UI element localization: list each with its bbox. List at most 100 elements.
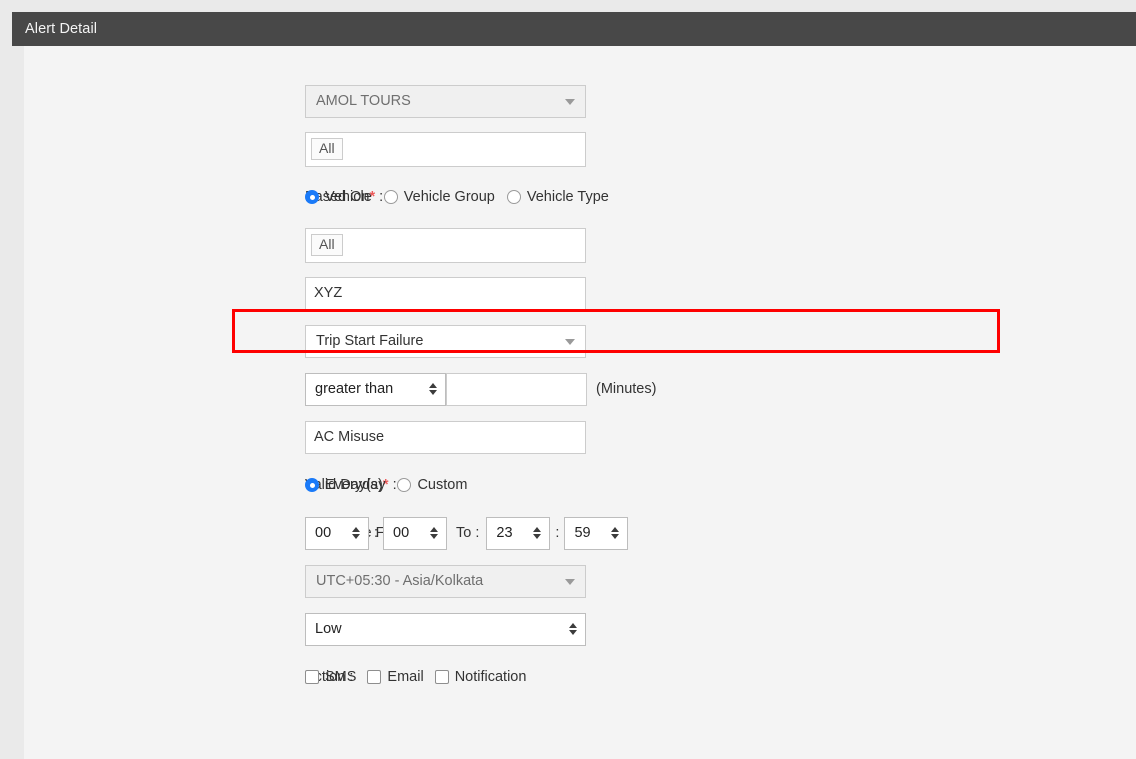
radio-label-custom: Custom xyxy=(417,477,467,493)
alert-name-input[interactable]: XYZ xyxy=(305,277,586,310)
radio-custom[interactable] xyxy=(397,478,411,492)
page-title: Alert Detail xyxy=(25,21,97,37)
field-alert-type: Trip Start Failure xyxy=(305,325,586,358)
row-valid-days: Valid Day(s)* : Everyday Custom xyxy=(24,461,1136,509)
label-timezone: Timezone* : xyxy=(24,573,305,589)
form-panel: School : AMOL TOURS Branch* : All xyxy=(24,46,1136,759)
radio-item-vehicle-type[interactable]: Vehicle Type xyxy=(507,189,609,205)
window-titlebar: Alert Detail xyxy=(12,12,1136,46)
updown-arrows-icon xyxy=(430,527,438,539)
check-label-notification: Notification xyxy=(455,669,527,685)
radio-vehicle-group[interactable] xyxy=(384,190,398,204)
label-value: Value*: xyxy=(24,381,305,397)
object-chip[interactable]: All xyxy=(311,234,343,256)
checkbox-sms[interactable] xyxy=(305,670,319,684)
row-valid-time: Valid Time From* : 00 : 00 To : xyxy=(24,509,1136,557)
field-valid-days: Everyday Custom xyxy=(305,477,467,493)
updown-arrows-icon xyxy=(352,527,360,539)
alert-detail-form: School : AMOL TOURS Branch* : All xyxy=(24,46,1136,701)
severity-value: Low xyxy=(315,621,342,637)
to-hour-value: 23 xyxy=(496,525,512,541)
valid-days-radio-group: Everyday Custom xyxy=(305,477,467,493)
radio-item-vehicle[interactable]: Vehicle xyxy=(305,189,372,205)
label-valid-days: Valid Day(s)* : xyxy=(24,477,305,493)
label-branch: Branch* : xyxy=(24,141,305,157)
row-text: Text* : AC Misuse xyxy=(24,413,1136,461)
label-action: Action : xyxy=(24,669,305,685)
severity-select[interactable]: Low xyxy=(305,613,586,646)
value-unit-label: (Minutes) xyxy=(596,381,656,397)
label-object: Object* : xyxy=(24,237,305,253)
checkbox-notification[interactable] xyxy=(435,670,449,684)
field-object: All xyxy=(305,228,586,263)
label-alert-type: Alert Type* : xyxy=(24,333,305,349)
check-label-email: Email xyxy=(387,669,423,685)
school-dropdown[interactable]: AMOL TOURS xyxy=(305,85,586,118)
label-school: School : xyxy=(24,93,305,109)
label-based-on: Based On* : xyxy=(24,189,305,205)
radio-item-vehicle-group[interactable]: Vehicle Group xyxy=(384,189,495,205)
row-value: Value*: greater than (Minutes) xyxy=(24,365,1136,413)
field-alert-name: XYZ xyxy=(305,277,586,310)
check-item-notification[interactable]: Notification xyxy=(435,669,527,685)
alert-type-dropdown[interactable]: Trip Start Failure xyxy=(305,325,586,358)
text-value: AC Misuse xyxy=(314,429,384,445)
row-based-on: Based On* : Vehicle Vehicle Group xyxy=(24,173,1136,221)
to-minute-select[interactable]: 59 xyxy=(564,517,628,550)
check-item-email[interactable]: Email xyxy=(367,669,423,685)
to-minute-value: 59 xyxy=(574,525,590,541)
field-valid-time: 00 : 00 To : 23 : xyxy=(305,517,628,550)
radio-vehicle-type[interactable] xyxy=(507,190,521,204)
chevron-down-icon xyxy=(565,339,575,345)
updown-arrows-icon xyxy=(569,623,577,635)
row-alert-name: Alert Name* : XYZ xyxy=(24,269,1136,317)
field-timezone: UTC+05:30 - Asia/Kolkata xyxy=(305,565,586,598)
field-severity: Low xyxy=(305,613,586,646)
alert-type-value: Trip Start Failure xyxy=(316,333,423,349)
text-input[interactable]: AC Misuse xyxy=(305,421,586,454)
field-text: AC Misuse xyxy=(305,421,586,454)
value-amount-input[interactable] xyxy=(446,373,587,406)
branch-chip[interactable]: All xyxy=(311,138,343,160)
label-alert-name: Alert Name* : xyxy=(24,285,305,301)
radio-item-everyday[interactable]: Everyday xyxy=(305,477,385,493)
updown-arrows-icon xyxy=(533,527,541,539)
label-text: Text* : xyxy=(24,429,305,445)
checkbox-email[interactable] xyxy=(367,670,381,684)
to-label: To : xyxy=(456,525,479,541)
radio-label-vehicle-type: Vehicle Type xyxy=(527,189,609,205)
radio-label-everyday: Everyday xyxy=(325,477,385,493)
from-hour-value: 00 xyxy=(315,525,331,541)
field-school: AMOL TOURS xyxy=(305,85,586,118)
radio-label-vehicle-group: Vehicle Group xyxy=(404,189,495,205)
radio-item-custom[interactable]: Custom xyxy=(397,477,467,493)
row-object: Object* : All xyxy=(24,221,1136,269)
time-range-group: 00 : 00 To : 23 : xyxy=(305,517,628,550)
radio-everyday[interactable] xyxy=(305,478,319,492)
updown-arrows-icon xyxy=(611,527,619,539)
row-action: Action : SMS Email Notificat xyxy=(24,653,1136,701)
alert-detail-window: Alert Detail School : AMOL TOURS Branch*… xyxy=(0,0,1136,759)
from-hour-select[interactable]: 00 xyxy=(305,517,369,550)
row-branch: Branch* : All xyxy=(24,125,1136,173)
object-multiselect[interactable]: All xyxy=(305,228,586,263)
radio-vehicle[interactable] xyxy=(305,190,319,204)
row-severity: Severity* : Low xyxy=(24,605,1136,653)
field-value: greater than (Minutes) xyxy=(305,373,656,406)
field-branch: All xyxy=(305,132,586,167)
chevron-down-icon xyxy=(565,99,575,105)
from-minute-value: 00 xyxy=(393,525,409,541)
timezone-dropdown[interactable]: UTC+05:30 - Asia/Kolkata xyxy=(305,565,586,598)
check-label-sms: SMS xyxy=(325,669,356,685)
value-operator-select[interactable]: greater than xyxy=(305,373,446,406)
from-minute-select[interactable]: 00 xyxy=(383,517,447,550)
row-school: School : AMOL TOURS xyxy=(24,77,1136,125)
based-on-radio-group: Vehicle Vehicle Group Vehicle Type xyxy=(305,189,609,205)
check-item-sms[interactable]: SMS xyxy=(305,669,356,685)
to-hour-select[interactable]: 23 xyxy=(486,517,550,550)
timezone-value: UTC+05:30 - Asia/Kolkata xyxy=(316,573,483,589)
branch-multiselect[interactable]: All xyxy=(305,132,586,167)
action-checkbox-group: SMS Email Notification xyxy=(305,669,526,685)
label-severity: Severity* : xyxy=(24,621,305,637)
alert-name-value: XYZ xyxy=(314,285,342,301)
